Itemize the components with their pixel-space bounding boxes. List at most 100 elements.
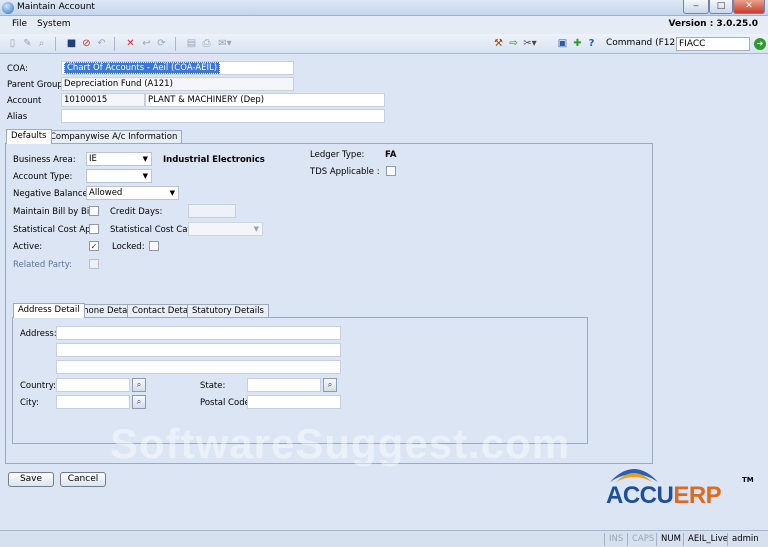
- status-user: admin: [727, 533, 763, 546]
- status-ins: INS: [604, 533, 627, 546]
- tools-icon[interactable]: ⚒: [492, 37, 505, 50]
- country-field[interactable]: [56, 378, 130, 392]
- state-label: State:: [200, 381, 226, 391]
- menu-bar: File System Version : 3.0.25.0: [0, 16, 768, 34]
- coa-field[interactable]: Chart Of Accounts - Aeil (COA-AEIL): [61, 61, 294, 75]
- negative-balance-value: Allowed: [89, 188, 123, 198]
- print-icon[interactable]: ⎙: [200, 37, 213, 50]
- chevron-down-icon: ▼: [253, 225, 259, 233]
- address-line1-field[interactable]: [56, 326, 341, 340]
- status-caps: CAPS: [627, 533, 658, 546]
- account-type-label: Account Type:: [13, 172, 73, 182]
- state-lookup-icon[interactable]: ⌕: [323, 378, 337, 392]
- city-label: City:: [20, 398, 39, 408]
- address-line3-field[interactable]: [56, 360, 341, 374]
- parent-group-field[interactable]: Depreciation Fund (A121): [61, 77, 294, 91]
- address-line2-field[interactable]: [56, 343, 341, 357]
- toolbar-separator: [114, 37, 115, 51]
- chevron-down-icon: ▼: [142, 172, 148, 180]
- account-code-field[interactable]: 10100015: [61, 93, 145, 107]
- negative-balance-dropdown[interactable]: Allowed ▼: [86, 186, 179, 200]
- maintain-bill-checkbox[interactable]: [89, 206, 99, 216]
- watermark: SoftwareSuggest.com: [110, 420, 571, 467]
- ledger-type-label: Ledger Type:: [310, 150, 365, 160]
- business-area-name: Industrial Electronics: [163, 155, 265, 165]
- list-icon[interactable]: ▤: [185, 37, 198, 50]
- active-label: Active:: [13, 242, 43, 252]
- stat-cost-catg-label: Statistical Cost Catg:: [110, 225, 200, 235]
- related-party-checkbox: [89, 259, 99, 269]
- menu-system[interactable]: System: [37, 19, 71, 29]
- country-label: Country:: [20, 381, 57, 391]
- coa-label: COA:: [7, 64, 29, 74]
- window-icon[interactable]: ▣: [556, 37, 569, 50]
- country-lookup-icon[interactable]: ⌕: [132, 378, 146, 392]
- stat-cost-catg-dropdown[interactable]: ▼: [188, 222, 263, 236]
- title-bar: Maintain Account ‒ □ ✕: [0, 0, 768, 16]
- alias-label: Alias: [7, 112, 28, 122]
- help-icon[interactable]: ?: [585, 37, 598, 50]
- business-area-dropdown[interactable]: IE ▼: [86, 152, 152, 166]
- logo-trademark: TM: [742, 476, 754, 484]
- city-lookup-icon[interactable]: ⌕: [132, 395, 146, 409]
- back-icon[interactable]: ↩: [140, 37, 153, 50]
- export-icon[interactable]: ⇨: [507, 37, 520, 50]
- tab-companywise[interactable]: Companywise A/c Information: [45, 130, 183, 144]
- email-icon[interactable]: ✉▾: [215, 37, 235, 50]
- postal-code-field[interactable]: [247, 395, 341, 409]
- tab-defaults[interactable]: Defaults: [6, 129, 52, 144]
- related-party-label: Related Party:: [13, 260, 73, 270]
- cancel-icon[interactable]: ⊘: [80, 37, 93, 50]
- undo-icon[interactable]: ↶: [95, 37, 108, 50]
- stat-cost-app-label: Statistical Cost App:: [13, 225, 99, 235]
- status-bar: INS CAPS NUM AEIL_Live admin: [0, 530, 768, 547]
- status-num: NUM: [656, 533, 685, 546]
- status-database: AEIL_Live: [683, 533, 732, 546]
- new-icon[interactable]: ▯: [6, 37, 19, 50]
- tds-checkbox[interactable]: [386, 166, 396, 176]
- tds-label: TDS Applicable :: [310, 167, 380, 177]
- app-icon: [2, 2, 14, 14]
- command-input[interactable]: FIACC: [676, 37, 750, 51]
- active-checkbox[interactable]: ✓: [89, 241, 99, 251]
- maximize-button[interactable]: □: [709, 0, 733, 14]
- minimize-button[interactable]: ‒: [683, 0, 709, 14]
- go-icon[interactable]: ➜: [754, 38, 766, 50]
- menu-file[interactable]: File: [12, 19, 27, 29]
- tab-statutory-details[interactable]: Statutory Details: [187, 304, 269, 318]
- toolbar-separator: [55, 37, 56, 51]
- window-title: Maintain Account: [17, 2, 95, 12]
- alias-field[interactable]: [61, 109, 385, 123]
- account-name-field[interactable]: PLANT & MACHINERY (Dep): [145, 93, 385, 107]
- credit-days-field[interactable]: [188, 204, 236, 218]
- save-icon[interactable]: ■: [65, 37, 78, 50]
- toolbar-separator: [175, 37, 176, 51]
- close-button[interactable]: ✕: [733, 0, 765, 14]
- state-field[interactable]: [247, 378, 321, 392]
- logo-accu: ACCU: [606, 482, 674, 509]
- find-icon[interactable]: ⌕: [35, 37, 48, 50]
- refresh-icon[interactable]: ⟳: [155, 37, 168, 50]
- postal-code-label: Postal Code:: [200, 398, 253, 408]
- delete-icon[interactable]: ✕: [124, 37, 137, 50]
- account-type-dropdown[interactable]: ▼: [86, 169, 152, 183]
- chevron-down-icon: ▼: [142, 155, 148, 163]
- tab-address-detail[interactable]: Address Detail: [13, 303, 85, 318]
- city-field[interactable]: [56, 395, 130, 409]
- edit-icon[interactable]: ✎: [21, 37, 34, 50]
- add-icon[interactable]: ✚: [571, 37, 584, 50]
- logo-text: ACCUERP: [606, 482, 722, 510]
- maintain-bill-label: Maintain Bill by Bill:: [13, 207, 97, 217]
- stat-cost-app-checkbox[interactable]: [89, 224, 99, 234]
- save-button[interactable]: Save: [8, 472, 54, 487]
- account-label: Account: [7, 96, 42, 106]
- settings-icon[interactable]: ✂▾: [521, 37, 539, 50]
- locked-checkbox[interactable]: [149, 241, 159, 251]
- version-label: Version : 3.0.25.0: [668, 19, 758, 29]
- toolbar: ▯ ✎ ⌕ ■ ⊘ ↶ ✕ ↩ ⟳ ▤ ⎙ ✉▾ ⚒ ⇨ ✂▾ ▣ ✚ ? Co…: [0, 34, 768, 54]
- business-area-label: Business Area:: [13, 155, 76, 165]
- locked-label: Locked:: [112, 242, 145, 252]
- cancel-button[interactable]: Cancel: [60, 472, 106, 487]
- ledger-type-value: FA: [385, 150, 397, 160]
- chevron-down-icon: ▼: [169, 189, 175, 197]
